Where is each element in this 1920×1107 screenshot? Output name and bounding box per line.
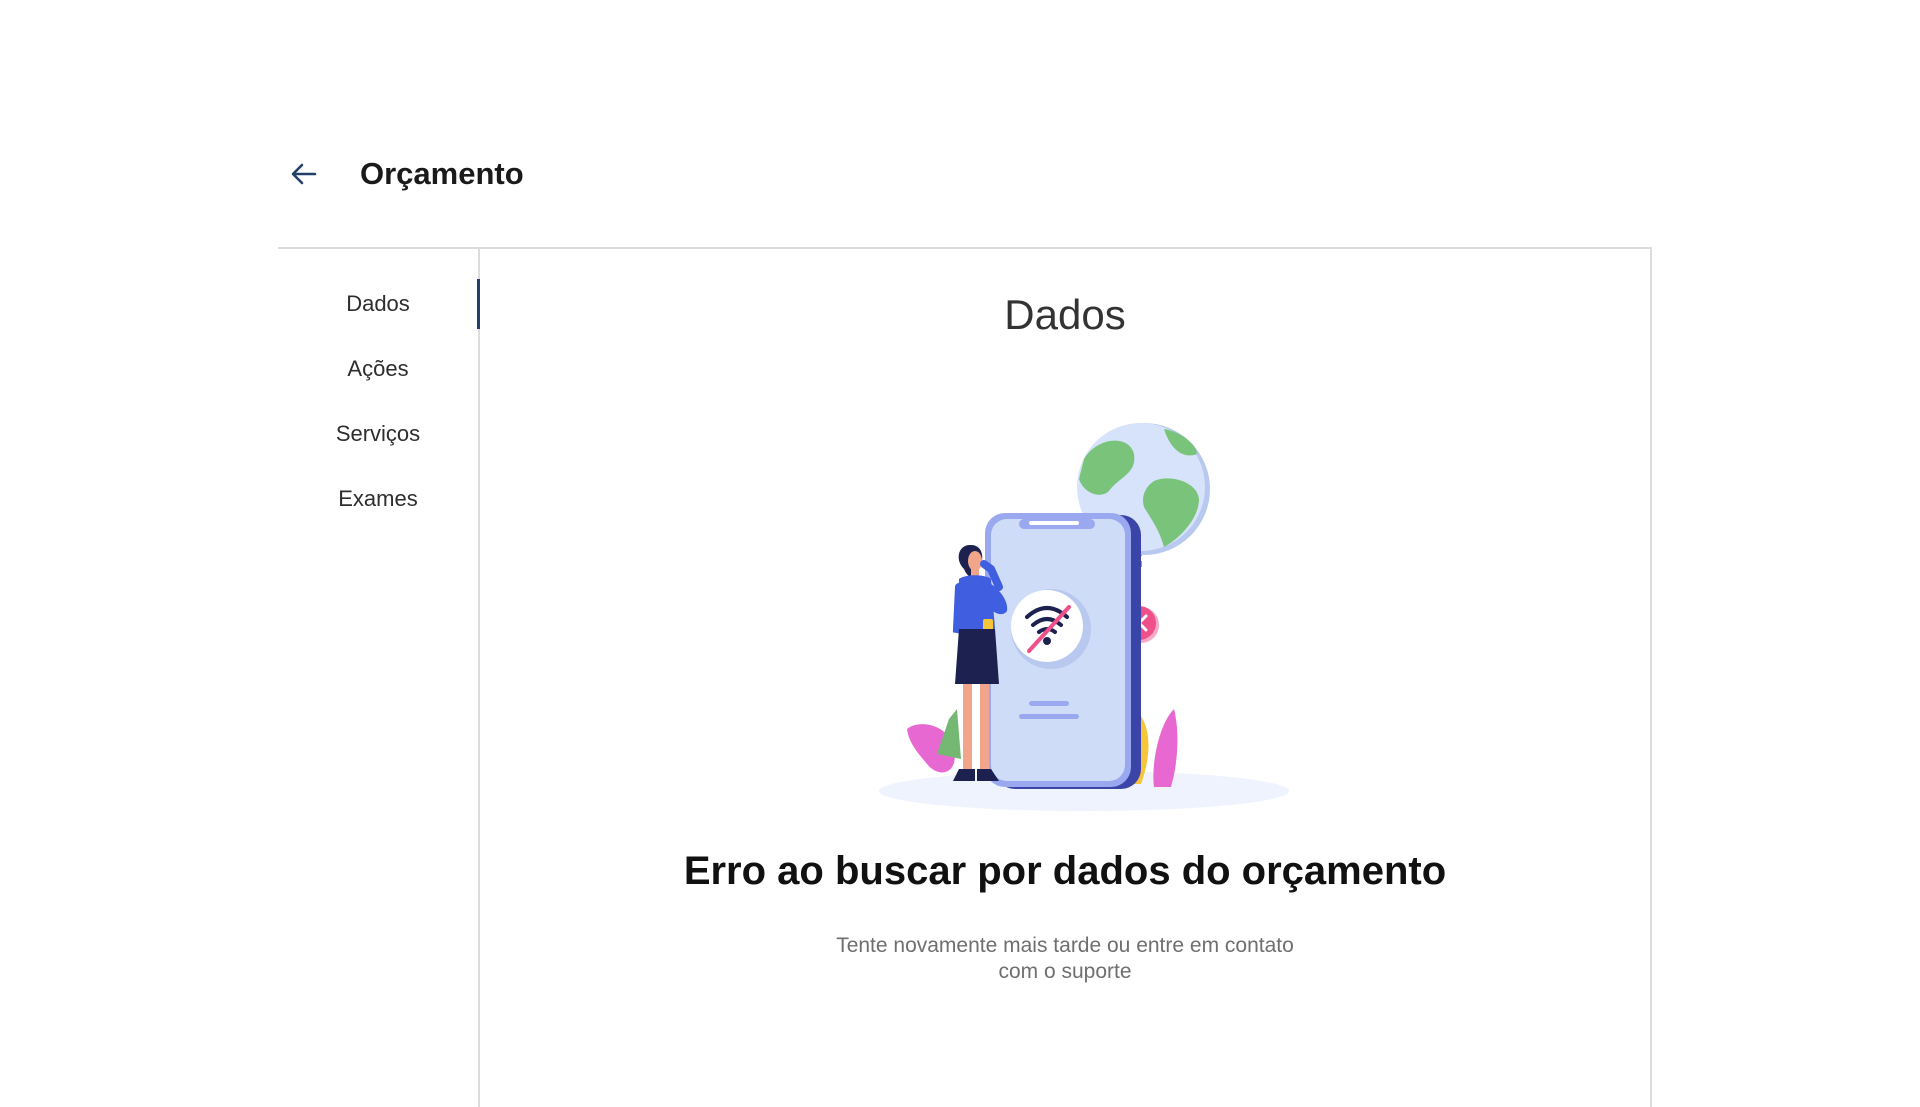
sidebar-item-exames[interactable]: Exames: [278, 474, 478, 524]
error-title: Erro ao buscar por dados do orçamento: [683, 849, 1447, 893]
arrow-left-icon: [291, 163, 317, 185]
no-connection-illustration: [879, 423, 1289, 811]
sidebar-item-acoes[interactable]: Ações: [278, 344, 478, 394]
sidebar-item-dados[interactable]: Dados: [278, 279, 480, 329]
page-title: Orçamento: [360, 156, 524, 191]
back-button[interactable]: [278, 148, 330, 200]
sidebar-item-servicos[interactable]: Serviços: [278, 409, 478, 459]
content-card: Dados Ações Serviços Exames Dados Erro a…: [278, 247, 1652, 1107]
error-description: Tente novamente mais tarde ou entre em c…: [836, 934, 1294, 983]
main-content: Dados Erro ao buscar por dados do orçame…: [480, 249, 1650, 1107]
sidebar: Dados Ações Serviços Exames: [278, 249, 480, 1107]
error-description-wrap: Tente novamente mais tarde ou entre em c…: [480, 933, 1650, 985]
page-header: Orçamento: [278, 148, 524, 200]
section-title: Dados: [1004, 291, 1126, 338]
